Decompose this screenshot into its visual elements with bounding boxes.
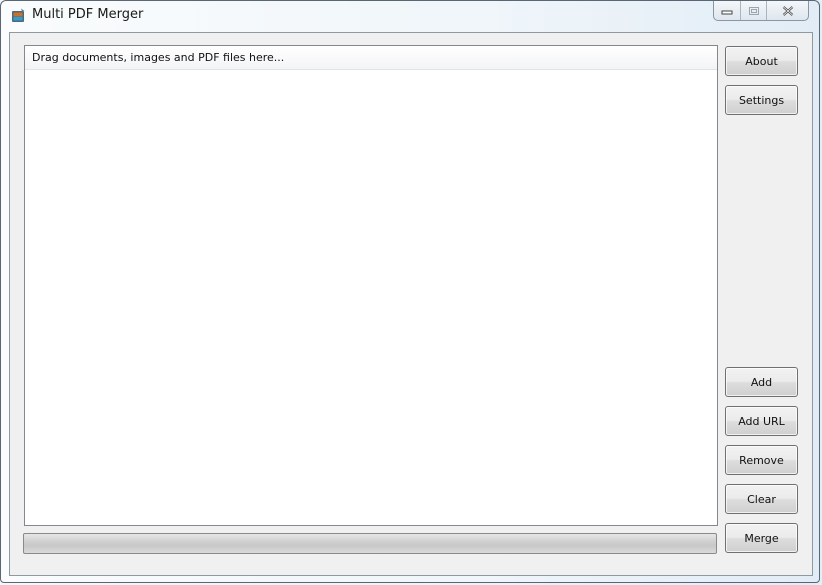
window-title: Multi PDF Merger bbox=[32, 7, 144, 22]
file-list[interactable]: Drag documents, images and PDF files her… bbox=[24, 45, 718, 526]
app-window: Multi PDF Merger Drag documents, images … bbox=[0, 0, 820, 583]
file-list-header[interactable]: Drag documents, images and PDF files her… bbox=[25, 46, 717, 70]
app-icon bbox=[12, 8, 25, 22]
merge-button[interactable]: Merge bbox=[725, 523, 798, 553]
close-icon bbox=[782, 5, 793, 16]
remove-button[interactable]: Remove bbox=[725, 445, 798, 475]
settings-button[interactable]: Settings bbox=[725, 85, 798, 115]
add-button[interactable]: Add bbox=[725, 367, 798, 397]
client-area: Drag documents, images and PDF files her… bbox=[9, 32, 813, 576]
clear-button[interactable]: Clear bbox=[725, 484, 798, 514]
add-url-button[interactable]: Add URL bbox=[725, 406, 798, 436]
minimize-button[interactable] bbox=[714, 1, 740, 20]
title-bar[interactable]: Multi PDF Merger bbox=[1, 1, 819, 31]
caption-buttons bbox=[713, 1, 809, 21]
about-button[interactable]: About bbox=[725, 46, 798, 76]
minimize-icon bbox=[721, 10, 733, 14]
merge-progress-bar bbox=[23, 533, 717, 554]
maximize-icon bbox=[748, 6, 759, 15]
close-button[interactable] bbox=[766, 1, 808, 20]
maximize-button[interactable] bbox=[740, 1, 766, 20]
